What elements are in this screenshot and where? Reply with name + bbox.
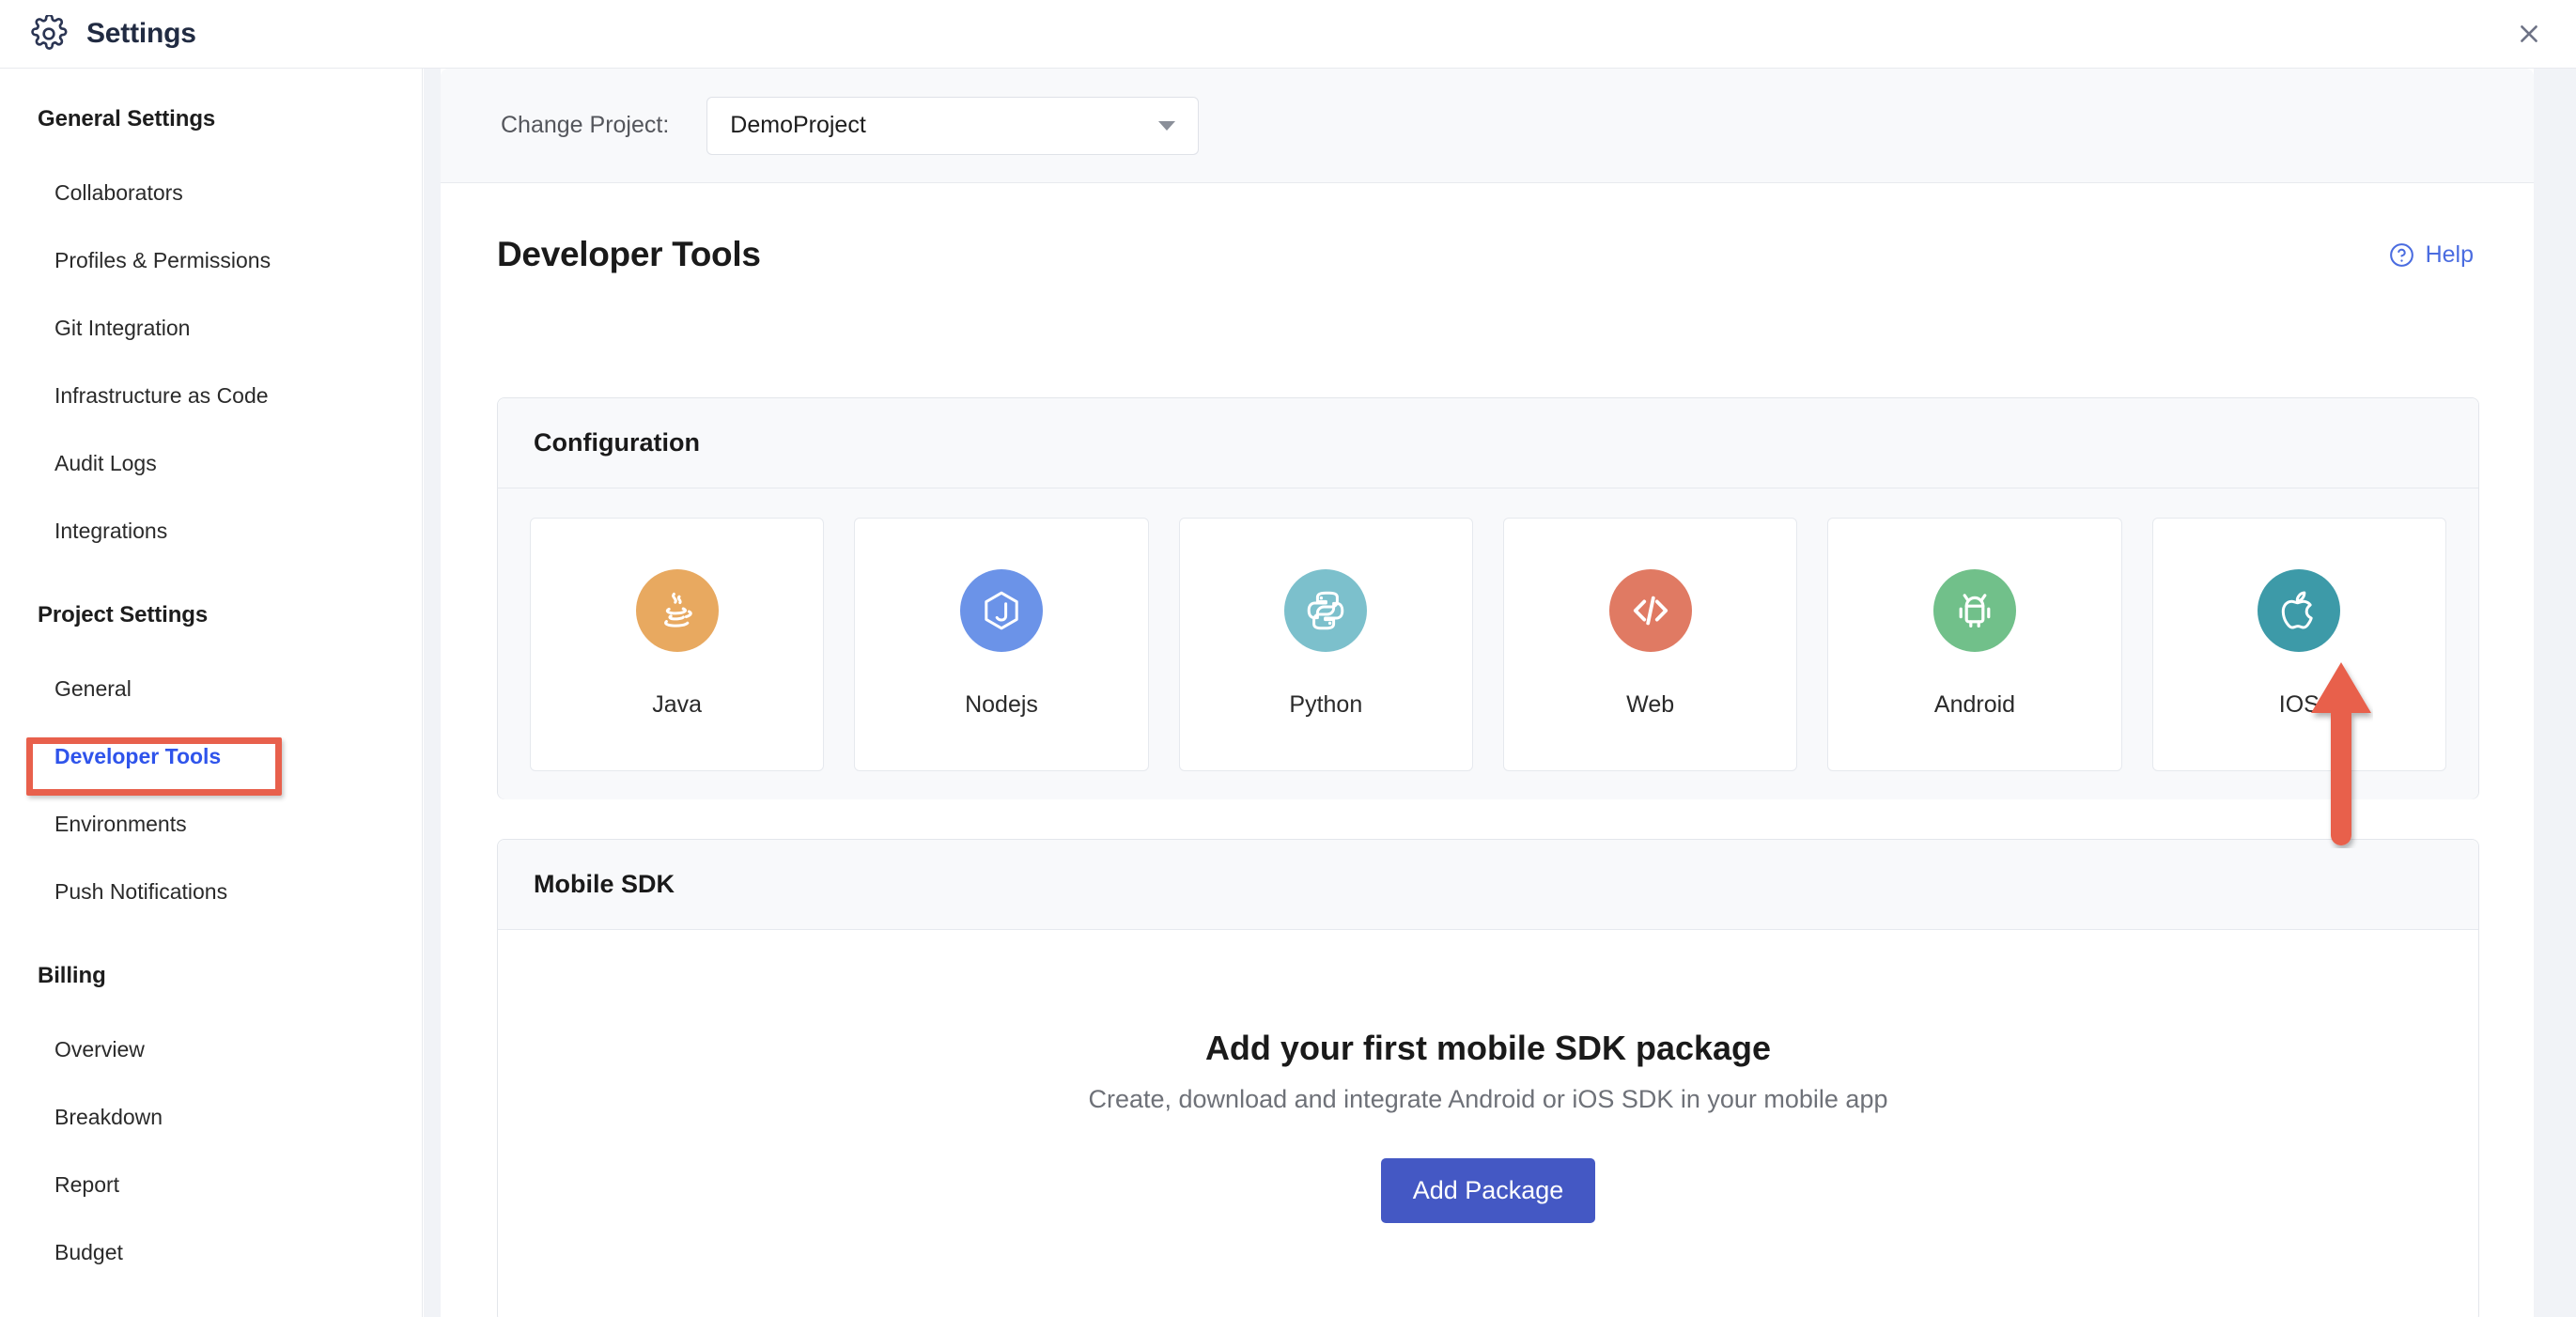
sidebar-item-developer-tools[interactable]: Developer Tools (0, 722, 422, 790)
nav-group-title: Billing (38, 963, 106, 988)
sidebar-item-breakdown[interactable]: Breakdown (0, 1083, 422, 1151)
mobile-sdk-panel: Mobile SDK Add your first mobile SDK pac… (497, 839, 2479, 1317)
main-content: Change Project: DemoProject Developer To… (424, 69, 2576, 1317)
sidebar-item-git-integration[interactable]: Git Integration (0, 294, 422, 362)
page-head: Developer Tools Help (441, 183, 2534, 326)
tech-card-python[interactable]: Python (1178, 517, 1473, 771)
sidebar-item-label: Audit Logs (54, 450, 157, 475)
window-header: Settings (0, 0, 2576, 69)
main-surface: Change Project: DemoProject Developer To… (441, 69, 2534, 1317)
empty-state-subtitle: Create, download and integrate Android o… (1088, 1085, 1888, 1114)
sidebar-item-infrastructure-as-code[interactable]: Infrastructure as Code (0, 362, 422, 429)
sidebar-item-budget[interactable]: Budget (0, 1218, 422, 1286)
nodejs-icon (959, 569, 1043, 652)
tech-card-android[interactable]: Android (1827, 517, 2122, 771)
sidebar-item-label: Environments (54, 811, 187, 836)
tech-card-label: Python (1289, 691, 1363, 718)
sidebar-item-report[interactable]: Report (0, 1151, 422, 1218)
nav-group-spacer (0, 574, 422, 602)
mobile-sdk-title: Mobile SDK (534, 870, 675, 898)
sidebar-item-environments[interactable]: Environments (0, 790, 422, 858)
apple-icon (2258, 569, 2341, 652)
sidebar-item-label: Breakdown (54, 1104, 163, 1129)
sidebar-item-label: Profiles & Permissions (54, 247, 272, 272)
sidebar-item-label: Collaborators (54, 179, 183, 205)
configuration-panel: Configuration Java Nodejs Python Web And… (497, 397, 2479, 799)
configuration-title: Configuration (534, 428, 700, 457)
sidebar: General Settings Collaborators Profiles … (0, 69, 423, 1317)
tech-card-java[interactable]: Java (530, 517, 825, 771)
tech-card-label: IOS (2278, 691, 2320, 718)
sidebar-item-label: Developer Tools (54, 743, 222, 768)
sidebar-item-label: Budget (54, 1239, 123, 1264)
question-circle-icon (2388, 241, 2415, 269)
tech-card-web[interactable]: Web (1502, 517, 1798, 771)
sidebar-item-label: Push Notifications (54, 878, 228, 904)
tech-card-label: Java (652, 691, 703, 718)
sidebar-item-integrations[interactable]: Integrations (0, 497, 422, 565)
sidebar-item-label: Report (54, 1171, 120, 1197)
help-link[interactable]: Help (2388, 241, 2474, 269)
tech-card-nodejs[interactable]: Nodejs (854, 517, 1149, 771)
help-label: Help (2425, 240, 2474, 268)
sidebar-item-general[interactable]: General (0, 655, 422, 722)
sidebar-item-label: Git Integration (54, 315, 191, 340)
nav-group-project-settings: Project Settings General Developer Tools… (0, 602, 422, 925)
python-icon (1284, 569, 1368, 652)
configuration-card-grid: Java Nodejs Python Web Android IOS (498, 488, 2478, 799)
tech-card-label: Android (1933, 691, 2016, 718)
tech-card-label: Web (1626, 691, 1675, 718)
sidebar-item-label: Integrations (54, 518, 168, 543)
android-icon (1932, 569, 2016, 652)
sidebar-item-push-notifications[interactable]: Push Notifications (0, 858, 422, 925)
nav-group-spacer (0, 935, 422, 963)
settings-window: Settings General Settings Collaborators … (0, 0, 2576, 1317)
page-title: Settings (86, 18, 196, 49)
close-button[interactable] (2508, 13, 2550, 54)
sidebar-item-label: General (54, 675, 132, 701)
java-icon (635, 569, 719, 652)
project-select-value: DemoProject (730, 112, 866, 138)
gear-icon (30, 13, 68, 53)
project-select[interactable]: DemoProject (706, 96, 1200, 155)
header-left: Settings (0, 13, 196, 53)
tech-card-ios[interactable]: IOS (2151, 517, 2446, 771)
mobile-sdk-panel-header: Mobile SDK (498, 840, 2478, 930)
empty-state-title: Add your first mobile SDK package (1204, 1029, 1772, 1068)
configuration-panel-header: Configuration (498, 398, 2478, 488)
nav-group-billing: Billing Overview Breakdown Report Budget (0, 963, 422, 1286)
sidebar-item-overview[interactable]: Overview (0, 1015, 422, 1083)
sidebar-item-label: Infrastructure as Code (54, 382, 269, 408)
nav-group-title: Project Settings (38, 602, 209, 628)
nav-group-title: General Settings (38, 106, 216, 132)
right-gutter (2563, 69, 2576, 1317)
nav-group-general-settings: General Settings Collaborators Profiles … (0, 106, 422, 565)
code-icon (1608, 569, 1692, 652)
add-package-button[interactable]: Add Package (1380, 1157, 1596, 1223)
sidebar-item-collaborators[interactable]: Collaborators (0, 159, 422, 226)
project-bar: Change Project: DemoProject (441, 69, 2534, 183)
sidebar-item-audit-logs[interactable]: Audit Logs (0, 429, 422, 497)
sidebar-item-profiles-permissions[interactable]: Profiles & Permissions (0, 226, 422, 294)
chevron-down-icon (1158, 120, 1176, 131)
mobile-sdk-empty-state: Add your first mobile SDK package Create… (498, 930, 2478, 1317)
tech-card-label: Nodejs (965, 691, 1038, 718)
sidebar-item-label: Overview (54, 1036, 145, 1061)
change-project-label: Change Project: (501, 112, 670, 138)
developer-tools-heading: Developer Tools (497, 235, 761, 273)
